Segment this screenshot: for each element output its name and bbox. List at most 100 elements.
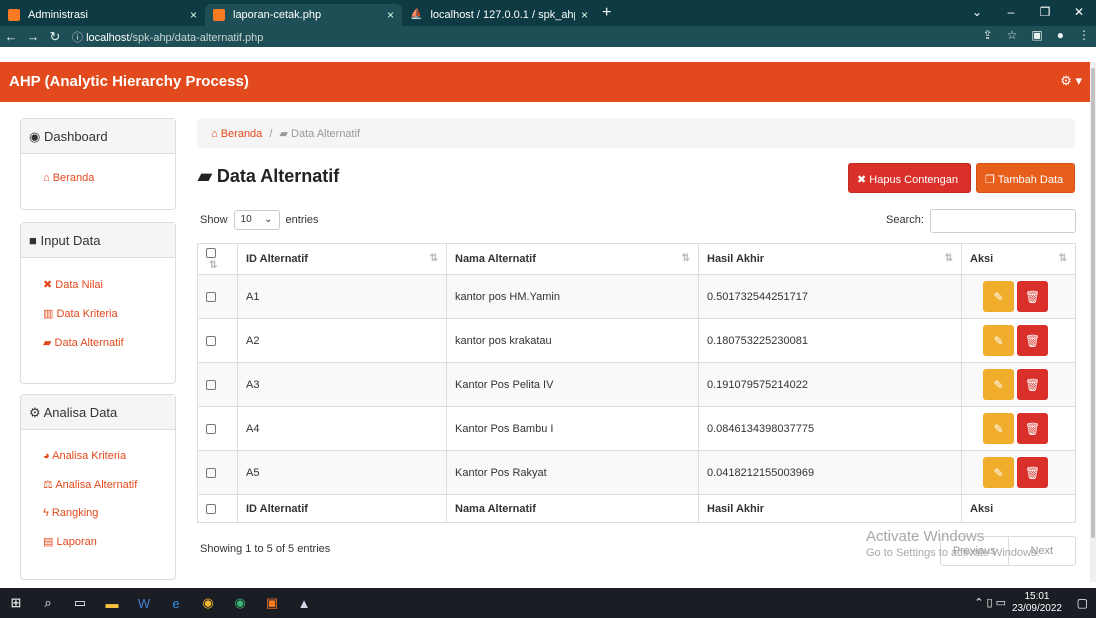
panel-header: ■ Input Data [21,223,175,258]
sidebar-item-beranda[interactable]: ⌂ Beranda [21,172,175,184]
chrome-icon[interactable]: ◉ [192,588,224,618]
scrollbar-thumb[interactable] [1091,68,1095,538]
row-checkbox[interactable] [206,291,216,302]
delete-button[interactable]: 🗑 [1017,325,1048,356]
minimize-icon[interactable]: – [994,0,1028,26]
edit-button[interactable]: ✎ [983,369,1014,400]
th-hasil-akhir[interactable]: Hasil Akhir ⇅ [698,243,962,275]
close-tab-icon[interactable]: × [190,8,197,22]
row-checkbox[interactable] [206,379,216,390]
tab-phpmyadmin[interactable]: ⛵ localhost / 127.0.0.1 / spk_ahp / ... … [402,4,596,26]
clock[interactable]: 15:01 23/09/2022 [1012,591,1062,615]
chrome-alt-icon[interactable]: ◉ [224,588,256,618]
row-checkbox[interactable] [206,423,216,434]
tab-list-icon[interactable]: ⌄ [960,0,994,26]
footer-aksi: Aksi [961,494,1076,523]
back-icon[interactable]: ← [0,29,22,44]
sidebar-item-analisa-alternatif[interactable]: ⚖ Analisa Alternatif [21,478,175,491]
delete-button[interactable]: 🗑 [1017,369,1048,400]
row-select-cell [197,450,238,495]
url-field[interactable]: ⓘ localhost/spk-ahp/data-alternatif.php [72,29,263,45]
dashboard-icon: ◉ [29,129,41,144]
edit-button[interactable]: ✎ [983,457,1014,488]
cell-hasil: 0.191079575214022 [698,362,962,407]
delete-button[interactable]: 🗑 [1017,457,1048,488]
tambah-data-button[interactable]: ❐ Tambah Data [976,163,1075,193]
profile-icon[interactable]: ● [1057,28,1064,42]
page-scrollbar[interactable] [1090,62,1096,582]
edit-button[interactable]: ✎ [983,413,1014,444]
panel-header-label: Input Data [40,233,101,248]
menu-kebab-icon[interactable]: ⋮ [1078,28,1090,42]
delete-button[interactable]: 🗑 [1017,413,1048,444]
edit-button[interactable]: ✎ [983,325,1014,356]
file-explorer-icon[interactable]: ▬ [96,588,128,618]
sort-icon: ⇅ [1058,253,1067,264]
table-row: A5 Kantor Pos Rakyat 0.0418212155003969 … [197,450,1076,495]
bolt-icon: ϟ [43,507,49,519]
sidebar-item-rangking[interactable]: ϟ Rangking [21,507,175,519]
xampp-icon[interactable]: ▣ [256,588,288,618]
forward-icon[interactable]: → [22,29,44,44]
cogs-icon: ⚙ [29,405,41,420]
th-aksi[interactable]: Aksi ⇅ [961,243,1076,275]
hapus-contengan-button[interactable]: ✖ Hapus Contengan [848,163,971,193]
entries-length-control: Show 10 ⌄ entries [200,210,319,230]
task-view-icon[interactable]: ▭ [64,588,96,618]
row-select-cell [197,362,238,407]
footer-checkbox[interactable] [206,503,216,514]
bookmark-star-icon[interactable]: ☆ [1007,28,1018,42]
settings-dropdown[interactable]: ⚙ ▾ [1060,73,1082,89]
previous-button[interactable]: Previous [941,537,1008,565]
close-tab-icon[interactable]: × [387,8,394,22]
select-all-checkbox[interactable] [206,248,216,259]
reload-icon[interactable]: ↻ [44,29,66,45]
share-icon[interactable]: ⇪ [983,28,993,42]
close-tab-icon[interactable]: × [581,8,588,22]
th-id-alternatif[interactable]: ID Alternatif ⇅ [237,243,447,275]
sidebar-item-data-alternatif[interactable]: ▰ Data Alternatif [21,336,175,349]
panel-header-label: Dashboard [43,129,108,144]
panel-input-data: ■ Input Data ✖ Data Nilai ▥ Data Kriteri… [20,222,176,384]
close-window-icon[interactable]: ✕ [1062,0,1096,26]
tab-laporan-cetak[interactable]: laporan-cetak.php × [205,4,402,26]
tab-administrasi[interactable]: Administrasi × [0,4,205,26]
sidepanel-icon[interactable]: ▣ [1031,28,1042,42]
cell-id: A2 [237,318,447,363]
address-bar: ← → ↻ ⓘ localhost/spk-ahp/data-alternati… [0,26,1096,47]
new-tab-button[interactable]: + [602,4,611,22]
sidebar-item-analisa-kriteria[interactable]: ◕ Analisa Kriteria [21,450,175,462]
system-tray-icons[interactable]: ⌃ ▯ ▭ [974,596,1006,609]
sidebar-item-data-kriteria[interactable]: ▥ Data Kriteria [21,307,175,320]
app-brand[interactable]: AHP (Analytic Hierarchy Process) [9,73,249,90]
select-all-header[interactable]: ⇅ [197,243,238,275]
table-footer-row: ID Alternatif Nama Alternatif Hasil Akhi… [197,494,1076,523]
notification-icon[interactable]: ▢ [1077,596,1088,610]
sidebar-item-laporan[interactable]: ▤ Laporan [21,535,175,548]
search-input[interactable] [930,209,1076,233]
th-nama-alternatif[interactable]: Nama Alternatif ⇅ [446,243,699,275]
clock-date: 23/09/2022 [1011,603,1062,614]
row-checkbox[interactable] [206,335,216,346]
maximize-icon[interactable]: ❐ [1028,0,1062,26]
delete-button[interactable]: 🗑 [1017,281,1048,312]
photos-icon[interactable]: ▲ [288,588,320,618]
home-icon: ⌂ [43,172,50,184]
sort-icon: ⇅ [681,253,690,264]
button-label: Hapus Contengan [869,174,958,186]
table-row: A4 Kantor Pos Bambu I 0.0846134398037775… [197,406,1076,451]
windows-start-icon[interactable]: ⊞ [0,588,32,618]
cell-aksi: ✎ 🗑 [961,274,1076,319]
balance-icon: ⚖ [43,479,53,491]
page-title: ▰ Data Alternatif [198,166,339,187]
edit-button[interactable]: ✎ [983,281,1014,312]
edge-icon[interactable]: e [160,588,192,618]
footer-id-alternatif: ID Alternatif [237,494,447,523]
entries-select[interactable]: 10 ⌄ [233,210,280,230]
sidebar-item-data-nilai[interactable]: ✖ Data Nilai [21,278,175,291]
row-checkbox[interactable] [206,467,216,478]
search-icon[interactable]: ⌕ [32,588,64,618]
word-icon[interactable]: W [128,588,160,618]
next-button[interactable]: Next [1007,537,1076,565]
breadcrumb-home[interactable]: ⌂ Beranda [211,128,262,140]
